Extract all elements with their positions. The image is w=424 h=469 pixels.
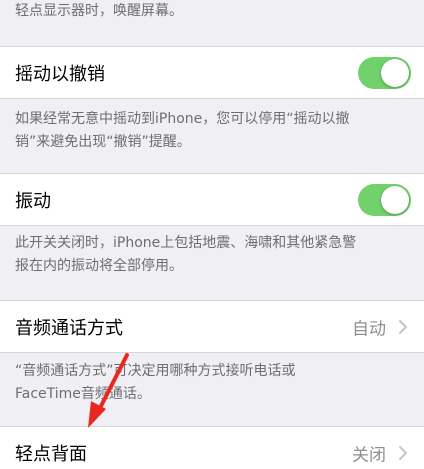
shake-to-undo-toggle[interactable] (358, 56, 411, 89)
call-audio-routing-label: 音频通话方式 (15, 317, 123, 339)
vibration-row[interactable]: 振动 (0, 173, 424, 226)
call-audio-routing-footnote: “音频通话方式”可决定用哪种方式接听电话或 FaceTime音频通话。 (15, 360, 409, 406)
vibration-label: 振动 (15, 190, 51, 212)
toggle-knob (381, 58, 409, 87)
vibration-footnote: 此开关关闭时，iPhone上包括地震、海啸和其他紧急警 报在内的振动将全部停用。 (15, 232, 409, 278)
call-audio-routing-row[interactable]: 音频通话方式 自动 (0, 300, 424, 353)
chevron-right-icon (398, 445, 408, 460)
vibration-note-line-1: 此开关关闭时，iPhone上包括地震、海啸和其他紧急警 (15, 235, 357, 251)
chevron-right-icon (398, 319, 408, 334)
tap-to-wake-footnote: 轻点显示器时，唤醒屏幕。 (15, 0, 409, 23)
accessibility-touch-settings-page: 轻点显示器时，唤醒屏幕。 摇动以撤销 如果经常无意中摇动到iPhone，您可以停… (0, 0, 424, 469)
vibration-toggle[interactable] (358, 183, 411, 216)
shake-note-line-2: 销”来避免出现“撤销”提醒。 (15, 134, 191, 150)
shake-note-line-1: 如果经常无意中摇动到iPhone，您可以停用“摇动以撤 (15, 111, 350, 127)
back-tap-label: 轻点背面 (15, 443, 87, 465)
back-tap-row[interactable]: 轻点背面 关闭 (0, 426, 424, 469)
vibration-note-line-2: 报在内的振动将全部停用。 (15, 258, 183, 274)
call-audio-routing-value: 自动 (352, 319, 386, 339)
toggle-knob (381, 185, 409, 214)
call-audio-note-line-2: FaceTime音频通话。 (15, 386, 151, 402)
shake-to-undo-footnote: 如果经常无意中摇动到iPhone，您可以停用“摇动以撤 销”来避免出现“撤销”提… (15, 108, 409, 154)
back-tap-value: 关闭 (352, 445, 386, 465)
shake-to-undo-row[interactable]: 摇动以撤销 (0, 46, 424, 99)
call-audio-note-line-1: “音频通话方式”可决定用哪种方式接听电话或 (15, 363, 296, 379)
tap-to-wake-note: 轻点显示器时，唤醒屏幕。 (15, 3, 183, 19)
shake-to-undo-label: 摇动以撤销 (15, 63, 105, 85)
